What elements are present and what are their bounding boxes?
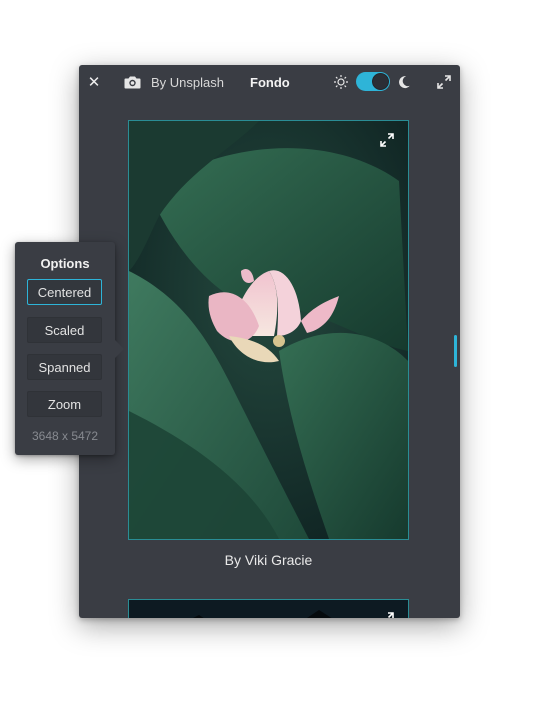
source-label[interactable]: By Unsplash [151, 73, 224, 91]
expand-icon [380, 133, 394, 147]
photo-caption: By Viki Gracie [224, 552, 313, 568]
toggle-knob [372, 73, 389, 90]
expand-icon [387, 612, 394, 618]
dark-mode-toggle[interactable] [356, 72, 390, 91]
popover-arrow [115, 340, 124, 358]
scaled-button[interactable]: Scaled [27, 317, 102, 343]
options-title: Options [40, 256, 90, 271]
image-resolution: 3648 x 5472 [31, 429, 99, 443]
app-title: Fondo [250, 74, 290, 90]
moon-icon [395, 73, 413, 91]
centered-button[interactable]: Centered [27, 279, 102, 305]
close-button[interactable]: ✕ [85, 73, 103, 91]
scrollbar-handle[interactable] [454, 335, 457, 367]
wallpaper-thumbnail[interactable] [128, 599, 409, 618]
header-bar: ✕ By Unsplash Fondo [79, 65, 460, 99]
fullscreen-button[interactable] [435, 73, 453, 91]
spanned-button[interactable]: Spanned [27, 354, 102, 380]
photo-expand-button[interactable] [380, 612, 396, 618]
fondo-window: ✕ By Unsplash Fondo By Viki Gracie [79, 65, 460, 618]
photo-expand-button[interactable] [380, 133, 396, 149]
wallpaper-thumbnail[interactable] [128, 120, 409, 540]
camera-icon[interactable] [123, 73, 141, 91]
sun-icon [332, 73, 350, 91]
zoom-button[interactable]: Zoom [27, 391, 102, 417]
expand-icon [437, 75, 451, 89]
close-icon: ✕ [87, 74, 101, 91]
gallery-list[interactable]: By Viki Gracie [79, 99, 460, 618]
options-popover: Options Centered Scaled Spanned Zoom 364… [15, 242, 124, 455]
